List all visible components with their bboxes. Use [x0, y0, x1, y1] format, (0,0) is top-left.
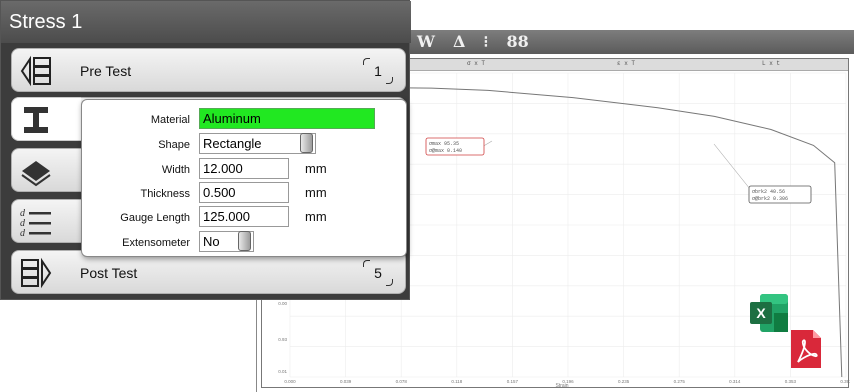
specimen-properties-popup: Material Aluminum Shape Rectangle Width …: [81, 99, 407, 257]
svg-text:X: X: [756, 305, 766, 321]
screenshot-stage: W Δ ⁝ 88 σ x T ε x T L x t 0.000 0.039 0.0…: [0, 0, 854, 392]
x-axis-label: Strain: [555, 383, 568, 389]
step-specimen-highlight: [11, 97, 81, 141]
pre-test-icon: [20, 55, 51, 87]
x-tick-label: 0.314: [729, 379, 741, 384]
material-field[interactable]: Aluminum: [199, 108, 375, 129]
annotation-break: σbrk2 40.56 σ@brk2 0.306: [748, 185, 812, 204]
toolbar-marker-button[interactable]: ⁝: [483, 30, 488, 54]
width-label: Width: [161, 164, 190, 176]
x-tick-label: 0.157: [507, 379, 519, 384]
post-test-icon: [21, 257, 52, 289]
toolbar-grid-button[interactable]: 88: [506, 30, 528, 54]
layers-icon: [21, 161, 51, 187]
annotation-break-line-2: σ@brk2 0.306: [752, 196, 788, 202]
y-tick-label: 0.01: [278, 369, 287, 374]
shape-toggle-knob[interactable]: [300, 133, 313, 153]
y-tick-label: 0.93: [278, 337, 287, 342]
step-number-pre-test: 1: [363, 58, 393, 84]
shape-field[interactable]: Rectangle: [199, 133, 316, 154]
step-number-post-test: 5: [363, 260, 393, 286]
toolbar-delta-button[interactable]: Δ: [453, 30, 465, 54]
thickness-field[interactable]: 0.500: [199, 182, 289, 203]
step-pre-test[interactable]: Pre Test 1: [11, 48, 406, 92]
list-icon: d d d: [20, 208, 51, 238]
width-unit: mm: [305, 161, 327, 176]
x-tick-label: 0.275: [674, 379, 686, 384]
extensometer-label: Extensometer: [122, 237, 190, 249]
thickness-unit: mm: [305, 185, 327, 200]
annotation-leader-2: [713, 143, 751, 190]
x-tick-label: 0.235: [618, 379, 630, 384]
pdf-export-icon[interactable]: [789, 328, 823, 370]
material-label: Material: [150, 114, 190, 126]
gauge-length-label: Gauge Length: [120, 212, 190, 224]
annotation-break-line-1: σbrk2 40.56: [752, 189, 785, 195]
x-tick-label: 0.078: [396, 379, 408, 384]
extensometer-toggle-knob[interactable]: [238, 231, 251, 251]
width-field[interactable]: 12.000: [199, 158, 289, 179]
annotation-max-line-2: σ@max 0.140: [429, 148, 462, 154]
svg-text:d: d: [20, 228, 26, 238]
extensometer-field[interactable]: No: [199, 231, 254, 252]
shape-value: Rectangle: [203, 136, 262, 151]
panel-title: Stress 1: [1, 1, 411, 43]
excel-export-icon[interactable]: X: [748, 292, 790, 334]
step-label-pre-test: Pre Test: [80, 63, 132, 79]
x-tick-label: 0.000: [284, 379, 296, 384]
annotation-max: σmax 95.35 σ@max 0.140: [425, 137, 485, 156]
x-tick-label: 0.393: [840, 379, 850, 384]
x-tick-label: 0.118: [451, 379, 462, 384]
specimen-i-beam-icon: [24, 107, 48, 133]
stress-test-panel: Stress 1 Pre Test 1 d d d Post Test 5 Ma…: [0, 0, 411, 300]
thickness-label: Thickness: [140, 188, 190, 200]
annotation-max-line-1: σmax 95.35: [429, 141, 459, 147]
shape-label: Shape: [158, 139, 190, 151]
x-tick-label: 0.353: [785, 379, 797, 384]
y-tick-label: 0.00: [278, 301, 287, 306]
x-tick-label: 0.039: [340, 379, 352, 384]
extensometer-value: No: [203, 234, 220, 249]
step-label-post-test: Post Test: [80, 265, 138, 281]
toolbar-w-button[interactable]: W: [417, 30, 435, 54]
gauge-length-unit: mm: [305, 209, 327, 224]
gauge-length-field[interactable]: 125.000: [199, 206, 289, 227]
